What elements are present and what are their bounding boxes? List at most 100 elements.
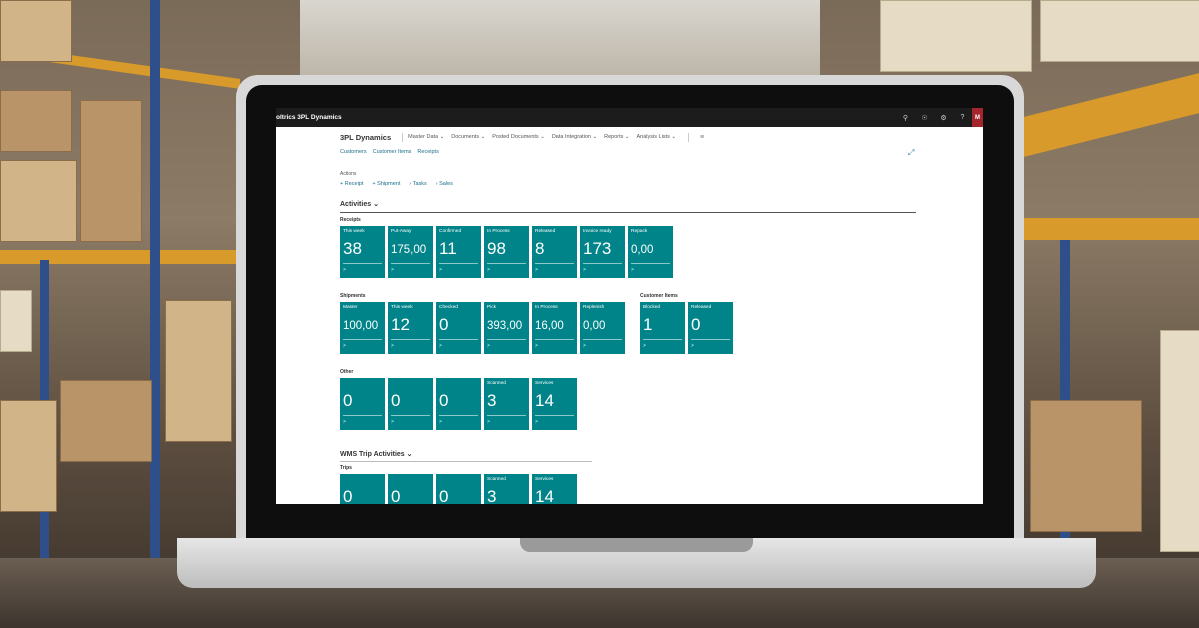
tile-divider <box>439 263 478 264</box>
tile-divider <box>643 339 682 340</box>
link-receipts[interactable]: Receipts <box>417 149 438 155</box>
tile-label: This week <box>391 305 413 310</box>
box <box>60 380 152 462</box>
tile[interactable]: Replenish 0,00 > <box>580 302 625 354</box>
shipments-label: Shipments <box>340 293 366 299</box>
tile-arrow-icon: > <box>535 343 538 349</box>
hamburger-icon[interactable]: ≡ <box>700 134 704 141</box>
tile[interactable]: This week 12 > <box>388 302 433 354</box>
tile-value: 3 <box>487 487 497 504</box>
tile-divider <box>535 263 574 264</box>
nav-posted-documents[interactable]: Posted Documents ⌄ <box>492 134 545 140</box>
tile-value: 0 <box>391 487 401 504</box>
box <box>0 290 32 352</box>
tile[interactable]: Checked 0 > <box>436 302 481 354</box>
help-icon[interactable]: ? <box>953 114 972 121</box>
shelf-beam <box>1024 218 1199 240</box>
tile-label: Checked <box>439 305 458 310</box>
tile-arrow-icon: > <box>643 343 646 349</box>
tile[interactable]: In Process 16,00 > <box>532 302 577 354</box>
action-sales[interactable]: › Sales <box>436 181 453 187</box>
tile-value: 14 <box>535 391 554 410</box>
tile[interactable]: 0> <box>340 378 385 430</box>
tile-label: Pick <box>487 305 497 310</box>
tile[interactable]: 0> <box>436 474 481 504</box>
tile-value: 12 <box>391 315 410 334</box>
tile-divider <box>535 339 574 340</box>
tile-arrow-icon: > <box>439 419 442 425</box>
box <box>80 100 142 242</box>
tile-value: 38 <box>343 239 362 258</box>
wms-title[interactable]: WMS Trip Activities ⌄ <box>340 450 413 458</box>
tile-divider <box>691 339 730 340</box>
tile-divider <box>487 339 526 340</box>
tile[interactable]: Scanned3> <box>484 474 529 504</box>
tile-value: 0 <box>691 315 701 334</box>
tile[interactable]: 0> <box>388 474 433 504</box>
tile[interactable]: Scanned3> <box>484 378 529 430</box>
actions-bar: + Receipt + Shipment › Tasks › Sales <box>340 181 462 187</box>
tile-value: 14 <box>535 487 554 504</box>
tile-divider <box>439 339 478 340</box>
tile-divider <box>343 415 382 416</box>
tile[interactable]: Services14> <box>532 378 577 430</box>
search-icon[interactable]: ⚲ <box>896 114 915 122</box>
tile-value: 0 <box>439 315 449 334</box>
avatar[interactable]: M <box>972 108 983 127</box>
tile-value: 11 <box>439 239 457 258</box>
tile[interactable]: This week 38 > <box>340 226 385 278</box>
quick-links: Customers Customer Items Receipts <box>340 149 445 155</box>
tile-label: Blocked <box>643 305 661 310</box>
nav-data-integration[interactable]: Data Integration ⌄ <box>552 134 597 140</box>
tile[interactable]: Blocked 1 > <box>640 302 685 354</box>
tile[interactable]: Repack 0,00 > <box>628 226 673 278</box>
tile-value: 0,00 <box>631 244 654 256</box>
tile-divider <box>343 339 382 340</box>
activities-title[interactable]: Activities ⌄ <box>340 200 379 208</box>
action-tasks[interactable]: › Tasks <box>409 181 426 187</box>
tile[interactable]: Pick 393,00 > <box>484 302 529 354</box>
nav-master-data[interactable]: Master Data ⌄ <box>408 134 444 140</box>
tile-label: Services <box>535 477 554 482</box>
tile-divider <box>535 415 574 416</box>
tile[interactable]: Master 100,00 > <box>340 302 385 354</box>
tile[interactable]: 0> <box>340 474 385 504</box>
nav-analysis-lists[interactable]: Analysis Lists ⌄ <box>637 134 676 140</box>
tile[interactable]: Put-Away 175,00 > <box>388 226 433 278</box>
shelf-beam <box>0 250 240 264</box>
nav-reports[interactable]: Reports ⌄ <box>604 134 629 140</box>
section-divider <box>340 461 592 462</box>
bell-icon[interactable]: ☉ <box>915 114 934 122</box>
gear-icon[interactable]: ⚙ <box>934 114 953 122</box>
link-customer-items[interactable]: Customer Items <box>373 149 412 155</box>
chevron-right-icon: › <box>435 181 438 187</box>
tile-arrow-icon: > <box>487 419 490 425</box>
action-receipt[interactable]: + Receipt <box>340 181 363 187</box>
action-shipment[interactable]: + Shipment <box>372 181 400 187</box>
tile[interactable]: 0> <box>436 378 481 430</box>
tile[interactable]: Released 8 > <box>532 226 577 278</box>
link-customers[interactable]: Customers <box>340 149 367 155</box>
tile-arrow-icon: > <box>343 343 346 349</box>
top-bar-icons: ⚲ ☉ ⚙ ? M <box>896 108 983 127</box>
box <box>0 160 77 242</box>
tile-arrow-icon: > <box>487 343 490 349</box>
tile[interactable]: Confirmed 11 > <box>436 226 481 278</box>
shelf-beam <box>1024 73 1199 157</box>
tile-arrow-icon: > <box>343 267 346 273</box>
tile[interactable]: Services14> <box>532 474 577 504</box>
expand-icon[interactable]: ⤢ <box>908 148 914 158</box>
tile-label: This week <box>343 229 365 234</box>
tile[interactable]: 0> <box>388 378 433 430</box>
nav-documents[interactable]: Documents ⌄ <box>451 134 485 140</box>
tile[interactable]: In Process 98 > <box>484 226 529 278</box>
plus-icon: + <box>340 181 344 187</box>
tile-arrow-icon: > <box>439 267 442 273</box>
tile-value: 16,00 <box>535 320 564 332</box>
tile[interactable]: Released 0 > <box>688 302 733 354</box>
nav-divider <box>402 132 404 142</box>
box <box>0 400 57 512</box>
tile-label: Replenish <box>583 305 605 310</box>
nav-divider <box>687 132 689 142</box>
tile[interactable]: Invoice ready 173 > <box>580 226 625 278</box>
